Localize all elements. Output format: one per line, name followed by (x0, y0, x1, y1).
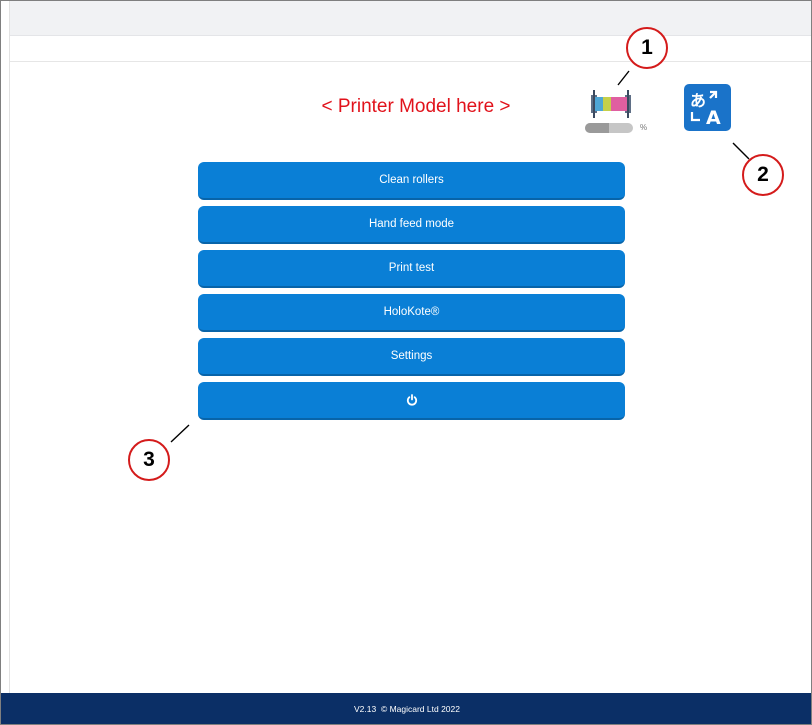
footer: V2.13 © Magicard Ltd 2022 (1, 693, 811, 724)
copyright-label: © Magicard Ltd 2022 (380, 703, 460, 714)
app-window: < Printer Model here > % あ A Clean rolle… (0, 0, 812, 725)
version-label: V2.13 (354, 703, 377, 714)
callout-3: 3 (128, 439, 170, 481)
callout-1: 1 (626, 27, 668, 69)
callout-2: 2 (742, 154, 784, 196)
callout-leaders (170, 70, 750, 443)
